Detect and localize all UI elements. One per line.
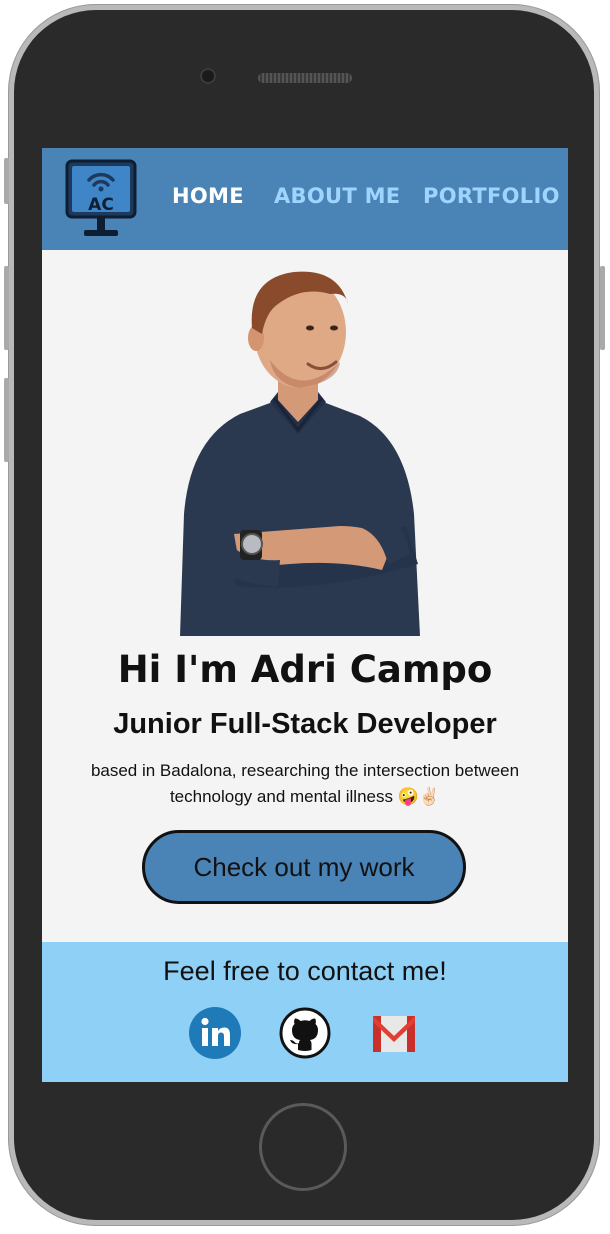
gmail-link[interactable] — [370, 1008, 418, 1058]
linkedin-link[interactable] — [188, 1006, 242, 1060]
hero-section: Hi I'm Adri Campo Junior Full-Stack Deve… — [42, 250, 568, 942]
navbar: AC HOME ABOUT ME PORTFOLIO — [42, 148, 568, 250]
svg-text:AC: AC — [88, 195, 114, 215]
hero-subtitle: Junior Full-Stack Developer — [113, 708, 497, 740]
phone-volume-down — [4, 378, 9, 462]
phone-mute-switch — [4, 158, 9, 204]
monitor-logo-icon: AC — [65, 159, 137, 236]
logo[interactable]: AC — [64, 158, 138, 240]
phone-power-button — [600, 266, 605, 350]
gmail-icon — [373, 1016, 415, 1052]
phone-volume-up — [4, 266, 9, 350]
profile-portrait — [180, 271, 420, 636]
nav-about-me[interactable]: ABOUT ME — [274, 184, 400, 208]
github-link[interactable] — [278, 1006, 332, 1060]
contact-footer: Feel free to contact me! — [42, 942, 568, 1082]
front-camera — [200, 68, 216, 84]
contact-title: Feel free to contact me! — [163, 956, 447, 986]
github-icon — [279, 1007, 331, 1059]
linkedin-icon — [189, 1007, 241, 1059]
nav-home[interactable]: HOME — [172, 184, 244, 208]
nav-portfolio[interactable]: PORTFOLIO — [423, 184, 560, 208]
home-button[interactable] — [259, 1103, 347, 1191]
screen: AC HOME ABOUT ME PORTFOLIO Hi I'm Adri C… — [42, 148, 568, 1082]
earpiece-speaker — [258, 73, 352, 83]
hero-description: based in Badalona, researching the inter… — [90, 761, 520, 806]
hero-title: Hi I'm Adri Campo — [117, 648, 493, 691]
check-out-work-button[interactable]: Check out my work — [142, 830, 466, 904]
